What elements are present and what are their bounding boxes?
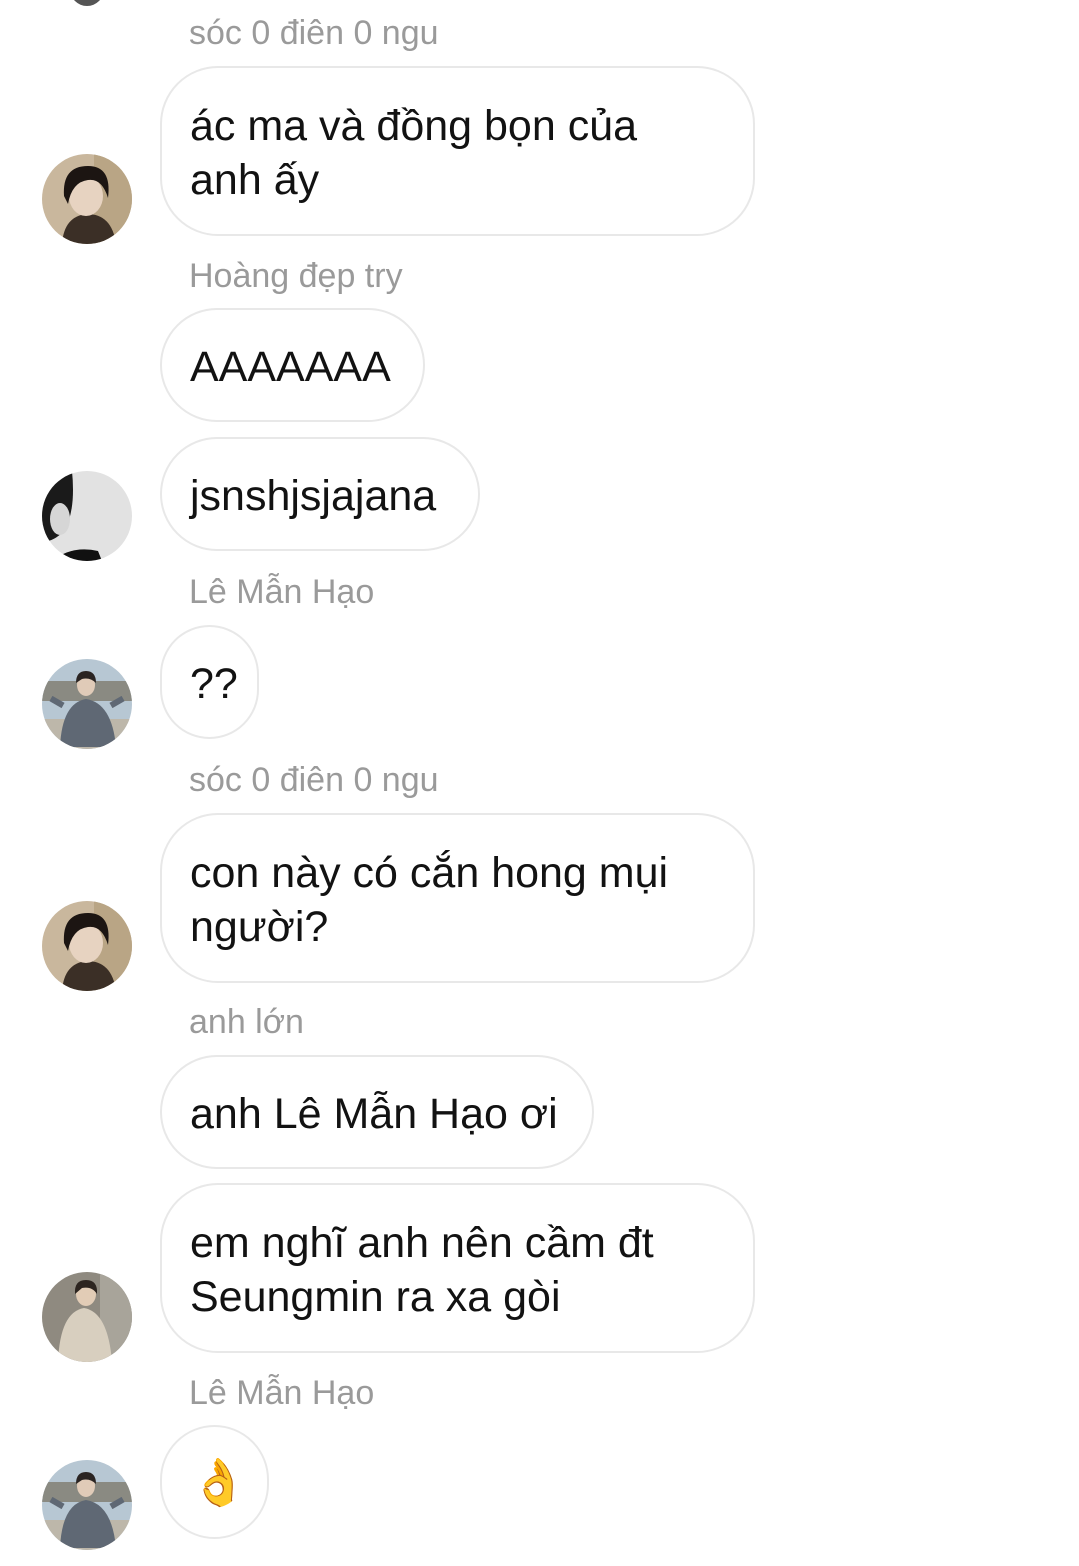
message-bubble[interactable]: ác ma và đồng bọn của anh ấy (160, 66, 755, 236)
message-bubble[interactable]: jsnshjsjajana (160, 437, 480, 551)
message-text: em nghĩ anh nên cầm đt Seungmin ra xa gò… (190, 1219, 654, 1321)
message-bubble[interactable]: AAAAAAA (160, 308, 425, 422)
avatar-street-photo[interactable] (42, 659, 132, 749)
message-text: con này có cắn hong mụi người? (190, 849, 669, 951)
message-text: anh Lê Mẫn Hạo ơi (190, 1090, 558, 1138)
avatar-outdoor-photo[interactable] (42, 1272, 132, 1362)
message-bubble[interactable]: 👌 (160, 1425, 269, 1539)
message-text: ?? (190, 660, 238, 708)
sender-name: sóc 0 điên 0 ngu (189, 761, 439, 799)
sender-name: Lê Mẫn Hạo (189, 1374, 375, 1412)
avatar-dark-hair-portrait[interactable] (42, 154, 132, 244)
message-text: AAAAAAA (190, 343, 391, 391)
message-bubble[interactable]: em nghĩ anh nên cầm đt Seungmin ra xa gò… (160, 1183, 755, 1353)
message-text: ác ma và đồng bọn của anh ấy (190, 102, 638, 204)
sender-name: anh lớn (189, 1003, 304, 1041)
message-bubble[interactable]: con này có cắn hong mụi người? (160, 813, 755, 983)
message-bubble[interactable]: ?? (160, 625, 259, 739)
avatar-partial (70, 0, 104, 6)
message-text: jsnshjsjajana (190, 472, 437, 520)
avatar-street-photo[interactable] (42, 1460, 132, 1550)
sender-name: sóc 0 điên 0 ngu (189, 14, 439, 52)
avatar-grayscale-portrait[interactable] (42, 471, 132, 561)
ok-hand-emoji: 👌 (190, 1456, 248, 1508)
message-bubble[interactable]: anh Lê Mẫn Hạo ơi (160, 1055, 594, 1169)
avatar-dark-hair-portrait[interactable] (42, 901, 132, 991)
sender-name: Hoàng đẹp try (189, 257, 403, 295)
sender-name: Lê Mẫn Hạo (189, 573, 375, 611)
